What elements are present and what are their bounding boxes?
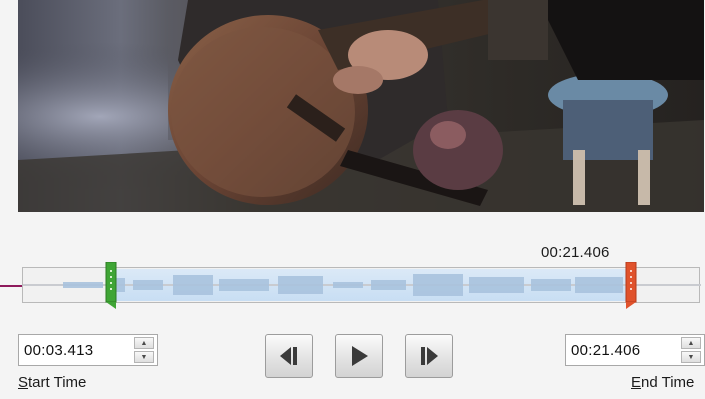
end-time-value[interactable]: 00:21.406	[571, 342, 640, 359]
end-time-label-text: nd Time	[641, 374, 695, 391]
start-time-spinner: ▲ ▼	[134, 337, 154, 363]
end-time-spinner: ▲ ▼	[681, 337, 701, 363]
trim-timeline[interactable]	[22, 262, 701, 309]
next-frame-icon	[421, 347, 438, 365]
previous-frame-icon	[280, 347, 297, 365]
start-time-value[interactable]: 00:03.413	[24, 342, 93, 359]
start-time-label-text: tart Time	[28, 374, 87, 391]
trim-video-panel: 00:21.406 00:03.413 ▲ ▼ Start Time 00:21…	[0, 0, 705, 399]
previous-frame-button[interactable]	[265, 334, 313, 378]
end-time-field[interactable]: 00:21.406 ▲ ▼	[565, 334, 705, 366]
end-time-down-arrow-icon[interactable]: ▼	[681, 351, 701, 363]
next-frame-button[interactable]	[405, 334, 453, 378]
current-time-label: 00:21.406	[541, 244, 610, 261]
audio-waveform	[23, 274, 701, 296]
start-trim-handle[interactable]	[105, 262, 117, 310]
start-time-field[interactable]: 00:03.413 ▲ ▼	[18, 334, 158, 366]
play-icon	[352, 346, 368, 366]
video-preview[interactable]	[18, 0, 704, 212]
start-time-caption: Start Time	[18, 374, 86, 391]
end-time-accelerator: E	[631, 374, 642, 391]
start-time-accelerator: S	[18, 374, 29, 391]
end-time-up-arrow-icon[interactable]: ▲	[681, 337, 701, 349]
end-time-caption: End Time	[631, 374, 694, 391]
start-time-up-arrow-icon[interactable]: ▲	[134, 337, 154, 349]
play-button[interactable]	[335, 334, 383, 378]
end-trim-handle[interactable]	[625, 262, 637, 310]
video-frame-image	[18, 0, 704, 212]
start-time-down-arrow-icon[interactable]: ▼	[134, 351, 154, 363]
